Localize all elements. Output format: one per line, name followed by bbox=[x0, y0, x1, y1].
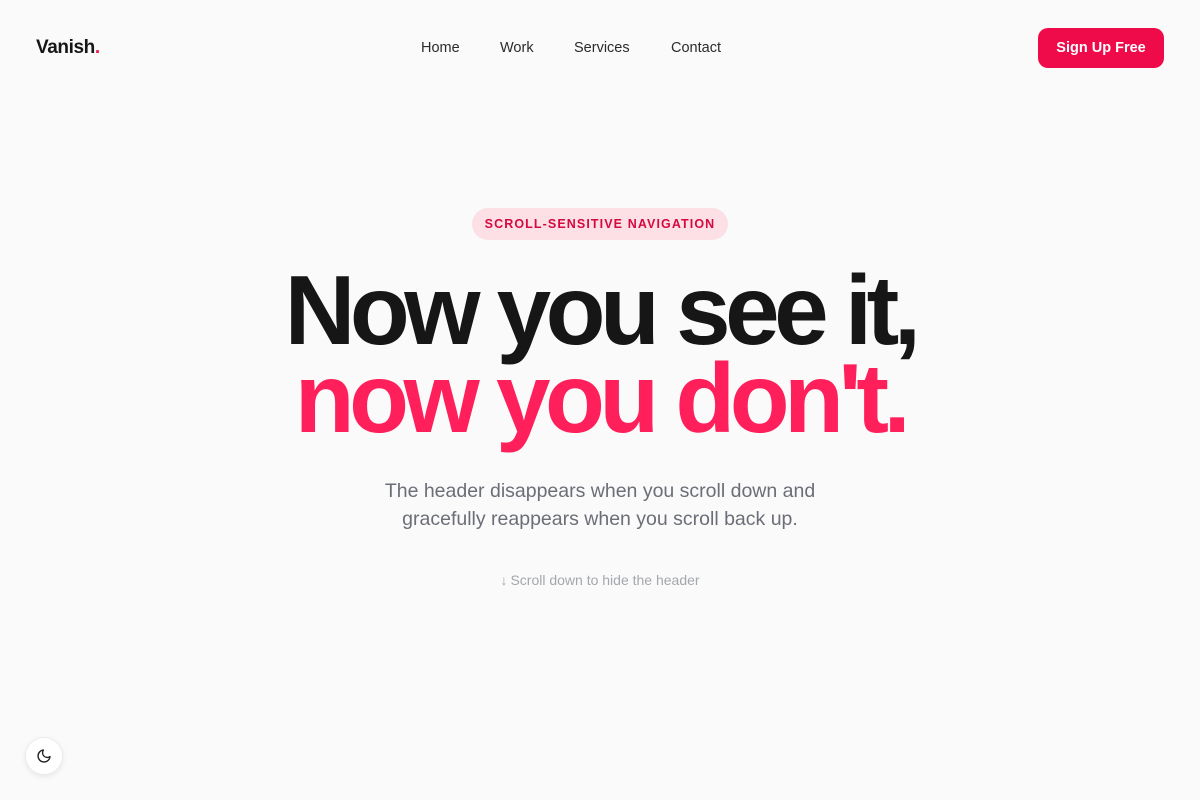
nav-link-contact[interactable]: Contact bbox=[671, 37, 721, 59]
main-nav: Home Work Services Contact bbox=[0, 37, 1200, 59]
theme-toggle-button[interactable] bbox=[25, 737, 63, 775]
hero-headline-line2: now you don't. bbox=[294, 343, 911, 453]
hero-subtitle: The header disappears when you scroll do… bbox=[300, 477, 900, 533]
arrow-down-icon: ↓ bbox=[500, 572, 508, 588]
hero-badge: SCROLL-SENSITIVE NAVIGATION bbox=[472, 208, 728, 240]
nav-link-work[interactable]: Work bbox=[500, 37, 534, 59]
moon-icon bbox=[36, 748, 52, 764]
sign-up-button[interactable]: Sign Up Free bbox=[1038, 28, 1164, 68]
site-header: Vanish. Home Work Services Contact Sign … bbox=[0, 0, 1200, 96]
hero-headline-line1: Now you see it, bbox=[284, 255, 921, 365]
hero-subtitle-line2: gracefully reappears when you scroll bac… bbox=[402, 508, 798, 530]
hero-subtitle-line1: The header disappears when you scroll do… bbox=[384, 480, 816, 502]
nav-link-services[interactable]: Services bbox=[574, 37, 630, 59]
scroll-hint-text: Scroll down to hide the header bbox=[510, 572, 700, 588]
scroll-hint: ↓ Scroll down to hide the header bbox=[0, 571, 1200, 589]
page: Vanish. Home Work Services Contact Sign … bbox=[0, 0, 1200, 800]
nav-link-home[interactable]: Home bbox=[421, 37, 460, 59]
hero-headline: Now you see it, now you don't. bbox=[0, 255, 1200, 453]
